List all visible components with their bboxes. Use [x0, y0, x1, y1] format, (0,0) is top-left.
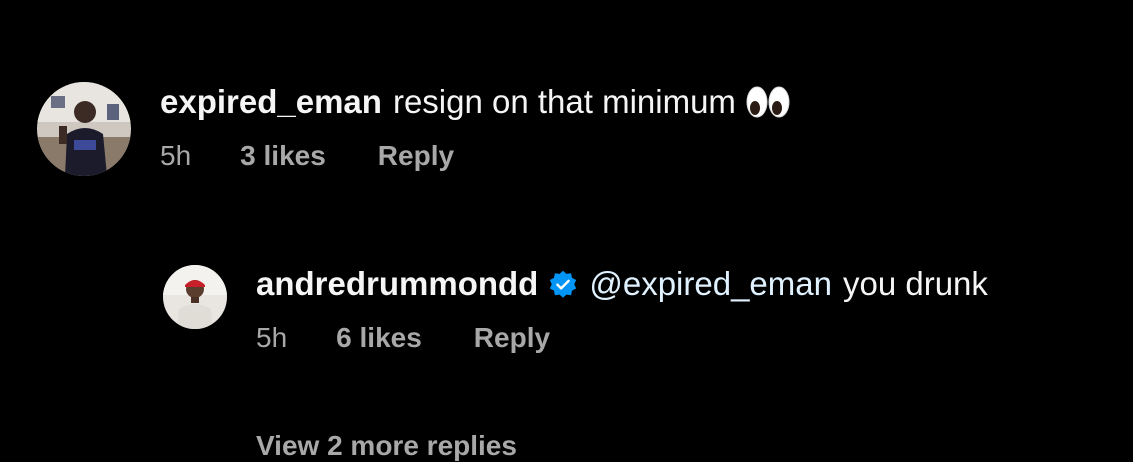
- comment-text: resign on that minimum: [392, 83, 736, 120]
- avatar[interactable]: [163, 265, 227, 329]
- verified-badge-icon: [548, 269, 578, 299]
- reply-username[interactable]: andredrummondd: [256, 264, 538, 304]
- avatar-image: [163, 265, 227, 329]
- comment-username[interactable]: expired_eman: [160, 82, 382, 122]
- avatar-image: [37, 82, 131, 176]
- reply-button[interactable]: Reply: [378, 140, 454, 172]
- view-more-replies-button[interactable]: View 2 more replies: [256, 430, 517, 462]
- reply-timestamp: 5h: [256, 322, 288, 353]
- reply-button[interactable]: Reply: [474, 322, 550, 354]
- reply-likes[interactable]: 6 likes: [336, 322, 422, 354]
- comment-timestamp: 5h: [160, 140, 192, 171]
- comment-likes[interactable]: 3 likes: [240, 140, 326, 172]
- avatar[interactable]: [37, 82, 131, 176]
- eyes-emoji-icon: [746, 84, 790, 120]
- reply-comment: andredrummondd @expired_eman you drunk 5…: [163, 265, 988, 354]
- mention-link[interactable]: @expired_eman: [589, 264, 832, 304]
- view-replies-label: View 2 more replies: [256, 430, 517, 461]
- comment: expired_eman resign on that minimum 5h 3…: [37, 82, 790, 176]
- reply-text: you drunk: [842, 265, 988, 302]
